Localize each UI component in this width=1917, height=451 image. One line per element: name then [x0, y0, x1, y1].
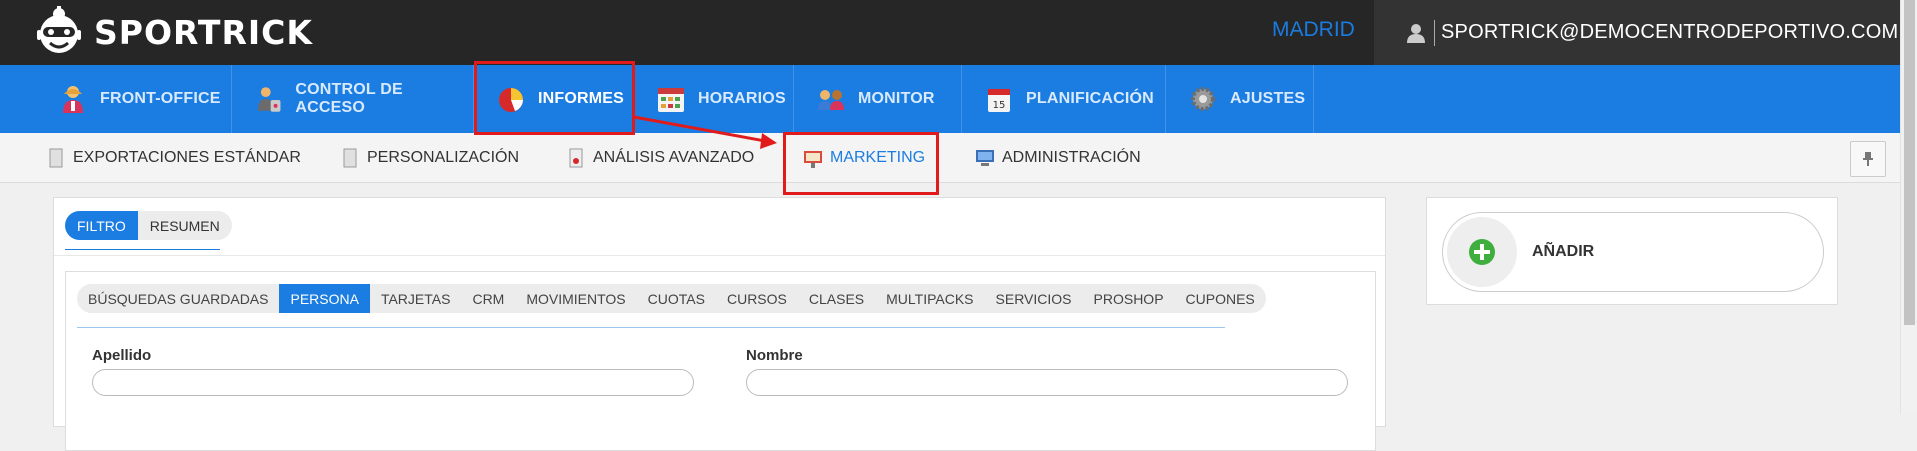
nav-ajustes[interactable]: AJUSTES — [1166, 65, 1314, 133]
apellido-label: Apellido — [92, 347, 152, 364]
tab-cursos[interactable]: CURSOS — [716, 284, 798, 313]
calendar-icon — [658, 88, 684, 112]
front-office-icon — [63, 86, 83, 113]
subnav-exportaciones-estandar[interactable]: EXPORTACIONES ESTÁNDAR — [46, 133, 301, 183]
tab-crm[interactable]: CRM — [461, 284, 515, 313]
pin-icon — [1863, 152, 1873, 166]
brand-name: SPORTRICK — [94, 12, 313, 52]
nav-label: MONITOR — [858, 90, 935, 107]
tab-multipacks[interactable]: MULTIPACKS — [875, 284, 984, 313]
add-panel: AÑADIR — [1426, 197, 1838, 305]
filter-tabs: BÚSQUEDAS GUARDADAS PERSONA TARJETAS CRM… — [77, 284, 1266, 313]
subnav-personalizacion[interactable]: PERSONALIZACIÓN — [340, 133, 519, 183]
page-scrollbar[interactable] — [1900, 0, 1917, 414]
computer-icon — [976, 150, 994, 166]
subnav-analisis-avanzado[interactable]: ANÁLISIS AVANZADO — [566, 133, 754, 183]
sub-nav: EXPORTACIONES ESTÁNDAR PERSONALIZACIÓN A… — [0, 133, 1900, 183]
panel-tabs: FILTRO RESUMEN — [65, 211, 232, 240]
divider — [1434, 19, 1435, 46]
nav-label: CONTROL DE ACCESO — [295, 81, 403, 116]
subnav-label: ANÁLISIS AVANZADO — [593, 149, 755, 166]
tab-tarjetas[interactable]: TARJETAS — [370, 284, 462, 313]
tab-clases[interactable]: CLASES — [798, 284, 875, 313]
tab-busquedas-guardadas[interactable]: BÚSQUEDAS GUARDADAS — [77, 284, 279, 313]
user-email: SPORTRICK@DEMOCENTRODEPORTIVO.COM — [1441, 21, 1899, 43]
gear-icon — [1191, 87, 1215, 111]
user-icon — [1407, 23, 1425, 43]
nav-horarios[interactable]: HORARIOS — [634, 65, 794, 133]
tab-movimientos[interactable]: MOVIMIENTOS — [515, 284, 636, 313]
subnav-label: EXPORTACIONES ESTÁNDAR — [73, 149, 301, 166]
tab-proshop[interactable]: PROSHOP — [1083, 284, 1175, 313]
planner-icon: 15 — [988, 89, 1010, 112]
tab-underline — [65, 249, 220, 250]
analysis-icon — [569, 148, 583, 168]
scrollbar-thumb[interactable] — [1904, 0, 1915, 325]
apellido-input[interactable] — [92, 369, 694, 396]
monitor-people-icon — [818, 90, 844, 110]
subnav-label: ADMINISTRACIÓN — [1002, 149, 1141, 166]
filter-form: BÚSQUEDAS GUARDADAS PERSONA TARJETAS CRM… — [65, 271, 1376, 451]
nombre-label: Nombre — [746, 347, 803, 364]
nav-label: PLANIFICACIÓN — [1026, 90, 1154, 107]
tab-resumen[interactable]: RESUMEN — [137, 211, 232, 240]
nav-label: HORARIOS — [698, 90, 786, 107]
subnav-label: PERSONALIZACIÓN — [367, 149, 520, 166]
add-button[interactable]: AÑADIR — [1442, 212, 1824, 292]
document-icon — [49, 148, 63, 168]
nav-label: AJUSTES — [1230, 90, 1306, 107]
user-menu[interactable]: SPORTRICK@DEMOCENTRODEPORTIVO.COM — [1374, 0, 1900, 65]
sportrick-logo-icon — [37, 6, 81, 53]
tab-filtro[interactable]: FILTRO — [65, 211, 138, 240]
nav-planificacion[interactable]: 15 PLANIFICACIÓN — [962, 65, 1166, 133]
add-icon-circle — [1447, 217, 1517, 287]
nav-monitor[interactable]: MONITOR — [794, 65, 962, 133]
top-header: SPORTRICK MADRID SPORTRICK@DEMOCENTRODEP… — [0, 0, 1900, 65]
nav-front-office[interactable]: FRONT-OFFICE — [36, 65, 232, 133]
tab-servicios[interactable]: SERVICIOS — [985, 284, 1083, 313]
highlight-marketing — [783, 132, 939, 195]
highlight-informes — [474, 61, 635, 135]
tab-underline — [77, 327, 1225, 328]
plus-icon — [1469, 239, 1495, 265]
logo[interactable]: SPORTRICK — [34, 6, 313, 58]
city-selector[interactable]: MADRID — [1272, 18, 1355, 42]
tab-persona[interactable]: PERSONA — [279, 284, 370, 313]
nav-control-de-acceso[interactable]: CONTROL DE ACCESO — [232, 65, 474, 133]
nombre-input[interactable] — [746, 369, 1348, 396]
filter-panel: FILTRO RESUMEN BÚSQUEDAS GUARDADAS PERSO… — [53, 197, 1386, 451]
add-button-label: AÑADIR — [1532, 243, 1595, 260]
tab-cuotas[interactable]: CUOTAS — [637, 284, 716, 313]
pin-button[interactable] — [1850, 141, 1886, 177]
main-nav: FRONT-OFFICE CONTROL DE ACCESO INFORMES — [0, 65, 1900, 140]
svg-text:15: 15 — [993, 100, 1006, 111]
divider — [54, 255, 1385, 256]
document-icon — [343, 148, 357, 168]
tab-cupones[interactable]: CUPONES — [1175, 284, 1266, 313]
nav-label: FRONT-OFFICE — [100, 90, 221, 107]
access-control-icon — [257, 87, 281, 112]
subnav-administracion[interactable]: ADMINISTRACIÓN — [975, 133, 1141, 183]
